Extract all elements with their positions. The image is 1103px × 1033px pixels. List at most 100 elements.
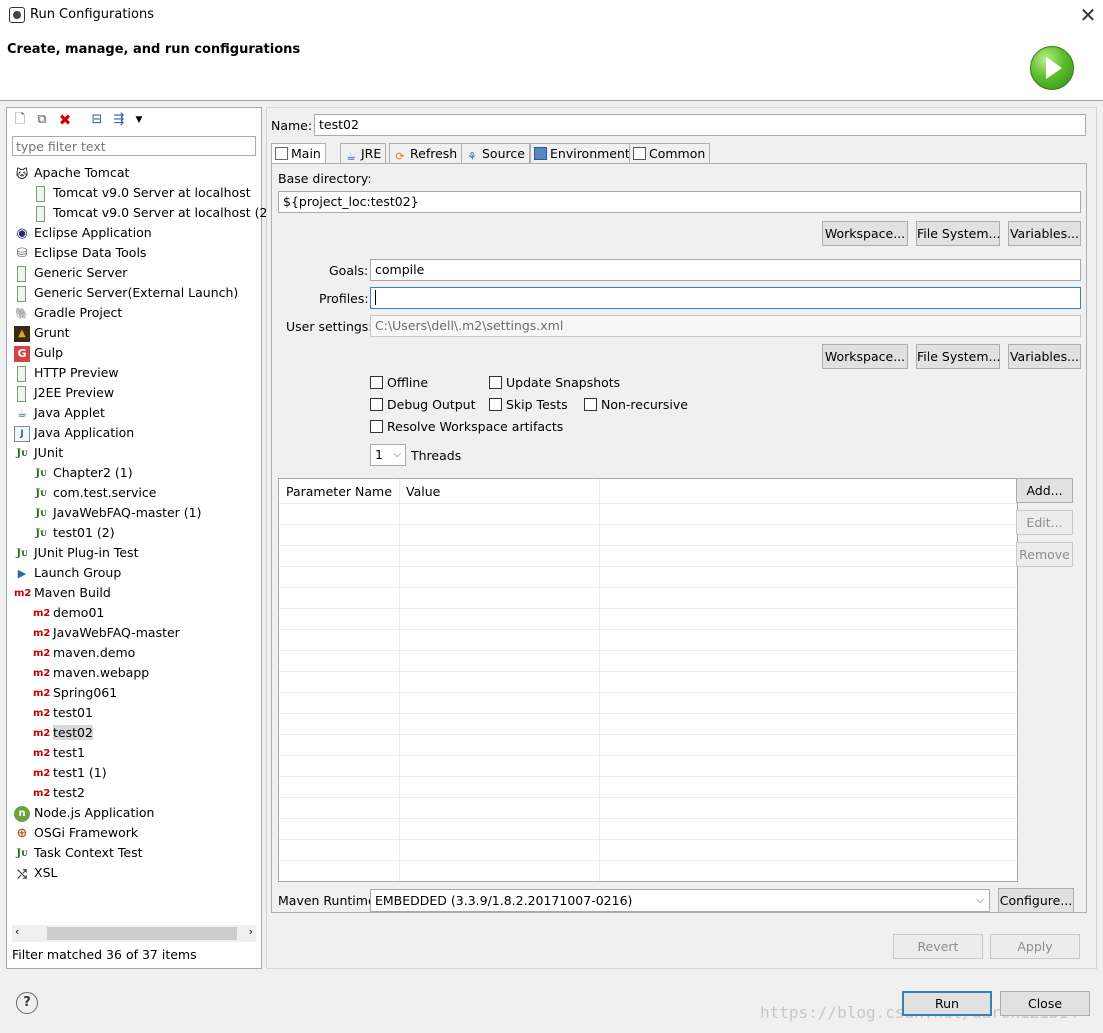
workspace-button-2[interactable]: Workspace...: [822, 344, 908, 369]
tree-item[interactable]: 🐱 Apache Tomcat: [14, 163, 130, 183]
tree-item[interactable]: Generic Server: [14, 263, 127, 283]
apply-button[interactable]: Apply: [990, 934, 1080, 959]
close-button[interactable]: Close: [1000, 991, 1090, 1016]
tree-item[interactable]: Generic Server(External Launch): [14, 283, 238, 303]
tab-main[interactable]: Main: [271, 143, 326, 164]
tree-item-label: test01: [53, 705, 93, 720]
tree-item[interactable]: m2 maven.webapp: [33, 663, 149, 683]
maven-runtime-select[interactable]: EMBEDDED (3.3.9/1.8.2.20171007-0216) ⌵: [370, 889, 990, 912]
tree-item[interactable]: ▲ Grunt: [14, 323, 70, 343]
tree-item[interactable]: m2 maven.demo: [33, 643, 135, 663]
update-snapshots-box[interactable]: [489, 376, 502, 389]
tree-item[interactable]: Jᴜ Task Context Test: [14, 843, 142, 863]
delete-icon[interactable]: ✖: [57, 112, 73, 128]
user-settings-label: User settings:: [286, 319, 373, 334]
tree-item[interactable]: m2 Spring061: [33, 683, 117, 703]
tree-item[interactable]: m2 Maven Build: [14, 583, 111, 603]
filter-icon[interactable]: ⇶: [111, 112, 127, 128]
workspace-button-2-label: Workspace...: [824, 349, 906, 364]
configure-button[interactable]: Configure...: [998, 888, 1074, 913]
revert-button[interactable]: Revert: [893, 934, 983, 959]
duplicate-icon[interactable]: ⧉: [34, 112, 50, 128]
non-recursive-box[interactable]: [584, 398, 597, 411]
file-icon: [17, 265, 26, 282]
goals-field[interactable]: compile: [370, 259, 1081, 281]
tree-item[interactable]: m2 test02: [33, 723, 93, 743]
dropdown-arrow-icon[interactable]: ▼: [131, 112, 147, 128]
tree-item[interactable]: Tomcat v9.0 Server at localhost (2): [33, 203, 272, 223]
remove-button[interactable]: Remove: [1016, 542, 1073, 567]
tree-item[interactable]: 🐘 Gradle Project: [14, 303, 122, 323]
tree-item[interactable]: ▶ Launch Group: [14, 563, 122, 583]
tree-item[interactable]: Jᴜ JavaWebFAQ-master (1): [33, 503, 201, 523]
tree-item[interactable]: Tomcat v9.0 Server at localhost: [33, 183, 251, 203]
variables-button-2[interactable]: Variables...: [1008, 344, 1081, 369]
name-field[interactable]: test02: [314, 114, 1086, 136]
tree-item[interactable]: HTTP Preview: [14, 363, 119, 383]
collapse-all-icon[interactable]: ⊟: [89, 112, 105, 128]
skip-tests-checkbox[interactable]: Skip Tests: [489, 396, 568, 414]
tree-item[interactable]: ☕ Java Applet: [14, 403, 105, 423]
close-window-icon[interactable]: ✕: [1076, 3, 1100, 27]
tree-item[interactable]: ⤭ XSL: [14, 863, 57, 883]
profiles-field[interactable]: [370, 287, 1081, 309]
tab-jre[interactable]: ☕ JRE: [340, 143, 387, 163]
offline-box[interactable]: [370, 376, 383, 389]
resolve-workspace-checkbox[interactable]: Resolve Workspace artifacts: [370, 418, 563, 436]
debug-output-box[interactable]: [370, 398, 383, 411]
tree-item[interactable]: Jᴜ JUnit: [14, 443, 63, 463]
tree-item[interactable]: J2EE Preview: [14, 383, 114, 403]
scroll-left-icon[interactable]: ‹: [15, 925, 19, 938]
tree-item[interactable]: J Java Application: [14, 423, 134, 443]
update-snapshots-checkbox[interactable]: Update Snapshots: [489, 374, 620, 392]
parameters-table[interactable]: Parameter Name Value: [278, 478, 1018, 882]
scroll-right-icon[interactable]: ›: [249, 925, 253, 938]
tree-item-label: JavaWebFAQ-master: [53, 625, 180, 640]
tree-item[interactable]: m2 test1 (1): [33, 763, 107, 783]
tab-environment[interactable]: Environment: [530, 143, 635, 163]
file-system-button-2[interactable]: File System...: [916, 344, 1000, 369]
tree-item[interactable]: G Gulp: [14, 343, 63, 363]
threads-select[interactable]: 1 ⌵: [370, 444, 406, 466]
variables-button[interactable]: Variables...: [1008, 221, 1081, 246]
tree-item[interactable]: ⊕ OSGi Framework: [14, 823, 139, 843]
tree-item[interactable]: ⛁ Eclipse Data Tools: [14, 243, 147, 263]
tree-item[interactable]: Jᴜ JUnit Plug-in Test: [14, 543, 138, 563]
configure-button-label: Configure...: [999, 893, 1073, 908]
tree-item[interactable]: m2 test1: [33, 743, 85, 763]
m2-icon: m2: [33, 667, 51, 679]
tab-source[interactable]: ⚘ Source: [461, 143, 530, 163]
tab-common-label: Common: [649, 146, 706, 161]
scrollbar-thumb[interactable]: [47, 927, 237, 940]
tree-item[interactable]: Jᴜ Chapter2 (1): [33, 463, 132, 483]
new-config-icon[interactable]: 🗋: [12, 112, 28, 128]
non-recursive-checkbox[interactable]: Non-recursive: [584, 396, 688, 414]
tree-item[interactable]: m2 JavaWebFAQ-master: [33, 623, 180, 643]
tab-common[interactable]: Common: [629, 143, 711, 163]
edit-button[interactable]: Edit...: [1016, 510, 1073, 535]
tree-item[interactable]: Jᴜ test01 (2): [33, 523, 114, 543]
tree-item[interactable]: m2 test2: [33, 783, 85, 803]
table-row: [279, 755, 1017, 777]
tree-item[interactable]: n Node.js Application: [14, 803, 154, 823]
skip-tests-box[interactable]: [489, 398, 502, 411]
tree-item[interactable]: m2 test01: [33, 703, 93, 723]
base-directory-label: Base directory:: [278, 171, 372, 186]
file-system-button[interactable]: File System...: [916, 221, 1000, 246]
tab-refresh[interactable]: ⟳ Refresh: [389, 143, 463, 163]
horizontal-scrollbar[interactable]: ‹ ›: [12, 925, 256, 942]
offline-checkbox[interactable]: Offline: [370, 374, 428, 392]
user-settings-field[interactable]: C:\Users\dell\.m2\settings.xml: [370, 315, 1081, 337]
add-button[interactable]: Add...: [1016, 478, 1073, 503]
tree-item[interactable]: Jᴜ com.test.service: [33, 483, 156, 503]
workspace-button[interactable]: Workspace...: [822, 221, 908, 246]
java-icon: J: [14, 425, 30, 442]
resolve-workspace-box[interactable]: [370, 420, 383, 433]
run-button[interactable]: Run: [902, 991, 992, 1016]
filter-input[interactable]: [12, 136, 256, 156]
help-icon[interactable]: ?: [16, 992, 38, 1014]
tree-item[interactable]: ◉ Eclipse Application: [14, 223, 151, 243]
tree-item[interactable]: m2 demo01: [33, 603, 104, 623]
debug-output-checkbox[interactable]: Debug Output: [370, 396, 476, 414]
base-directory-field[interactable]: ${project_loc:test02}: [278, 191, 1081, 213]
